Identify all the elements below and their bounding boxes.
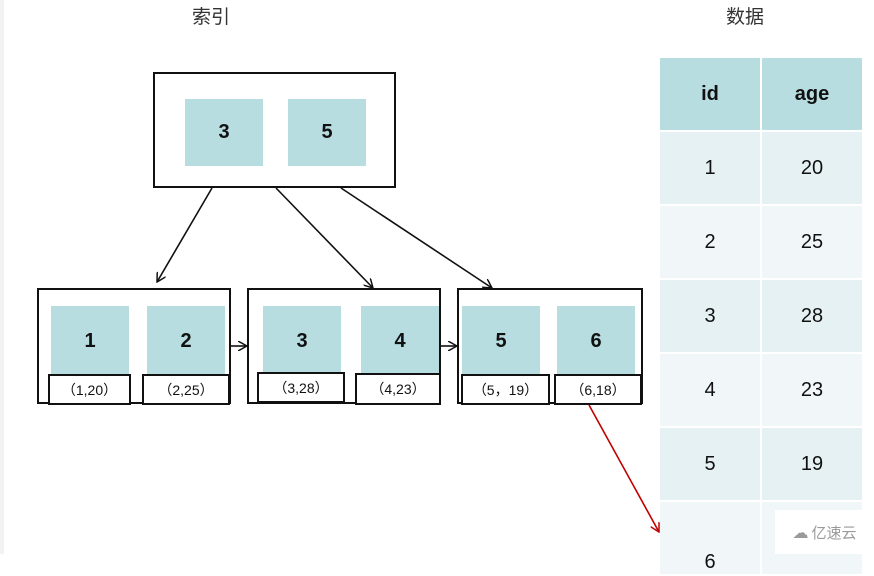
table-header-age: age <box>762 58 862 130</box>
cell-age: 23 <box>762 354 862 426</box>
table-row: 2 25 <box>660 206 862 278</box>
table-row: 5 19 <box>660 428 862 500</box>
table-row: 1 20 <box>660 132 862 204</box>
cell-id: 1 <box>660 132 760 204</box>
cell-id: 6 <box>660 502 760 574</box>
table-row: 4 23 <box>660 354 862 426</box>
root-to-leaf2-arrow <box>275 187 373 288</box>
table-row: 3 28 <box>660 280 862 352</box>
watermark: ☁ 亿速云 <box>775 510 874 554</box>
root-to-leaf1-arrow <box>157 187 213 282</box>
cell-age: 20 <box>762 132 862 204</box>
data-table: id age 1 20 2 25 3 28 4 23 5 19 6 <box>658 56 864 576</box>
root-to-leaf3-arrow <box>340 187 492 288</box>
cell-id: 5 <box>660 428 760 500</box>
cell-id: 3 <box>660 280 760 352</box>
table-header-id: id <box>660 58 760 130</box>
watermark-text: 亿速云 <box>811 523 857 542</box>
cell-id: 2 <box>660 206 760 278</box>
cell-age: 19 <box>762 428 862 500</box>
record-pointer-arrow <box>588 404 659 532</box>
cell-id: 4 <box>660 354 760 426</box>
cell-age: 28 <box>762 280 862 352</box>
cell-age: 25 <box>762 206 862 278</box>
cloud-logo-icon: ☁ <box>792 522 809 542</box>
